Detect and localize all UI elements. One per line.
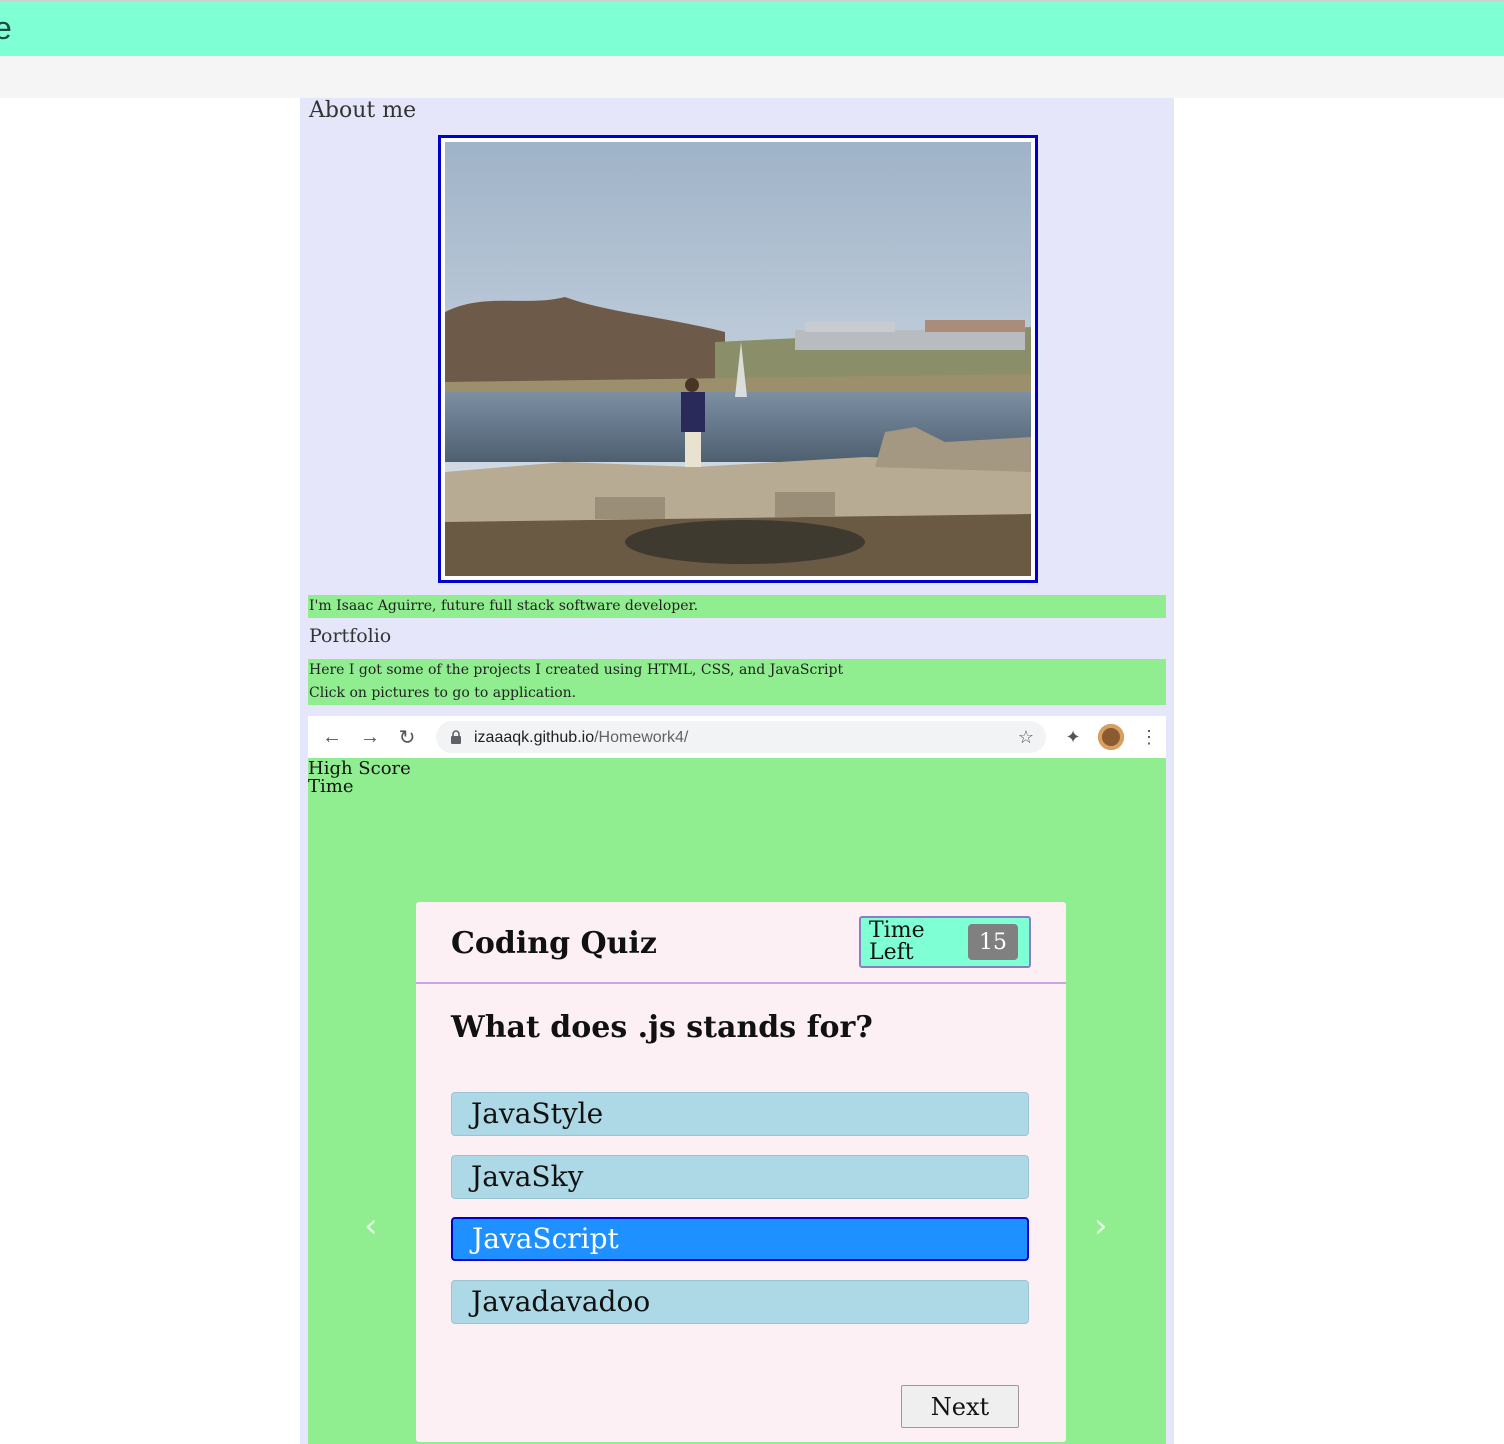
answer-option-selected[interactable]: JavaScript bbox=[451, 1217, 1029, 1261]
portfolio-line-2: Click on pictures to go to application. bbox=[309, 685, 577, 701]
photo-illustration bbox=[445, 142, 1031, 576]
extensions-icon[interactable]: ✦ bbox=[1060, 724, 1086, 750]
site-title: e bbox=[0, 10, 12, 46]
answer-option[interactable]: JavaSky bbox=[451, 1155, 1029, 1199]
menu-dots-icon[interactable]: ⋮ bbox=[1136, 724, 1162, 750]
forward-arrow-icon[interactable]: → bbox=[357, 724, 383, 750]
browser-toolbar: ← → ↻ izaaaqk.github.io/Homework4/ ☆ ✦ ⋮ bbox=[308, 716, 1166, 758]
project-screenshot[interactable]: ← → ↻ izaaaqk.github.io/Homework4/ ☆ ✦ ⋮… bbox=[308, 716, 1166, 1444]
top-banner: e bbox=[0, 0, 1504, 56]
timer-count: 15 bbox=[968, 924, 1018, 960]
portfolio-description: Here I got some of the projects I create… bbox=[308, 659, 1166, 705]
profile-photo bbox=[438, 135, 1038, 583]
reload-icon[interactable]: ↻ bbox=[394, 724, 420, 750]
star-icon[interactable]: ☆ bbox=[1013, 724, 1039, 750]
quiz-card: Coding Quiz Time Left 15 What does .js s… bbox=[416, 902, 1066, 1442]
next-button[interactable]: Next bbox=[901, 1385, 1019, 1428]
timer-box: Time Left 15 bbox=[859, 916, 1031, 968]
lock-icon bbox=[451, 730, 461, 744]
nav-strip bbox=[0, 56, 1504, 98]
question-text: What does .js stands for? bbox=[451, 1010, 873, 1045]
address-bar[interactable]: izaaaqk.github.io/Homework4/ ☆ bbox=[436, 721, 1046, 753]
carousel-next-icon[interactable]: › bbox=[1094, 1206, 1108, 1246]
url-host: izaaaqk.github.io bbox=[474, 729, 595, 746]
url-text: izaaaqk.github.io/Homework4/ bbox=[474, 729, 688, 747]
answer-option[interactable]: JavaStyle bbox=[451, 1092, 1029, 1136]
answer-option[interactable]: Javadavadoo bbox=[451, 1280, 1029, 1324]
timer-label: Time Left bbox=[869, 918, 925, 965]
portfolio-line-1: Here I got some of the projects I create… bbox=[309, 662, 844, 678]
quiz-mini-header: High Score Time bbox=[308, 760, 411, 796]
avatar[interactable] bbox=[1098, 724, 1124, 750]
main-panel: About me I'm Isaac Aguirre, future full … bbox=[300, 98, 1174, 1444]
portfolio-heading: Portfolio bbox=[309, 625, 392, 647]
quiz-card-header: Coding Quiz Time Left 15 bbox=[416, 902, 1066, 984]
back-arrow-icon[interactable]: ← bbox=[319, 724, 345, 750]
about-heading: About me bbox=[309, 98, 417, 123]
carousel-prev-icon[interactable]: ‹ bbox=[364, 1206, 378, 1246]
url-path: /Homework4/ bbox=[594, 729, 689, 746]
quiz-title: Coding Quiz bbox=[451, 926, 657, 961]
about-intro: I'm Isaac Aguirre, future full stack sof… bbox=[308, 595, 1166, 618]
time-label: Time bbox=[308, 776, 354, 797]
